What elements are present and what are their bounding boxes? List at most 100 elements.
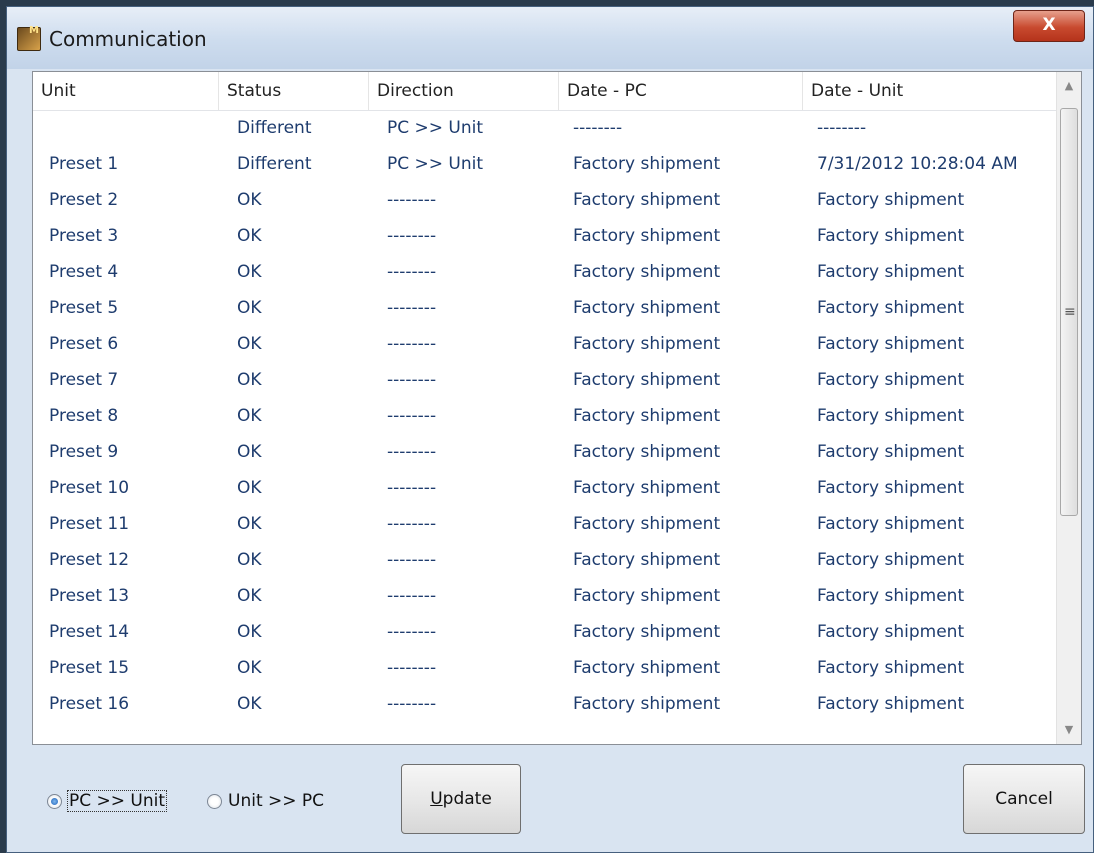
table-row[interactable]: Preset 14 OK -------- Factory shipment Facto… — [33, 614, 1057, 650]
cell-status: OK — [237, 622, 262, 642]
cell-status: OK — [237, 478, 262, 498]
radio-label-unit-to-pc[interactable]: Unit >> PC — [228, 791, 324, 811]
cancel-button[interactable]: Cancel — [963, 764, 1085, 834]
cell-date-unit: Factory shipment — [817, 190, 965, 210]
cell-date-unit: Factory shipment — [817, 370, 965, 390]
cell-unit: Preset 5 — [49, 298, 119, 318]
close-button[interactable]: X — [1013, 10, 1085, 42]
scroll-down-arrow-icon[interactable]: ▼ — [1057, 716, 1081, 744]
column-header-status[interactable]: Status — [219, 72, 369, 110]
table-row[interactable]: Preset 1 Different PC >> Unit Factory shipm… — [33, 146, 1057, 182]
cell-direction: PC >> Unit — [387, 118, 484, 138]
cell-direction: -------- — [387, 406, 437, 426]
cell-date-unit: Factory shipment — [817, 478, 965, 498]
cell-date-unit: Factory shipment — [817, 226, 965, 246]
cell-date-pc: Factory shipment — [573, 478, 721, 498]
cell-date-pc: Factory shipment — [573, 262, 721, 282]
cell-date-unit: Factory shipment — [817, 622, 965, 642]
cell-direction: -------- — [387, 622, 437, 642]
table-row[interactable]: Preset 11 OK -------- Factory shipment Facto… — [33, 506, 1057, 542]
cell-status: Different — [237, 154, 312, 174]
cell-direction: -------- — [387, 442, 437, 462]
table-row[interactable]: Preset 6 OK -------- Factory shipment Factor… — [33, 326, 1057, 362]
scroll-thumb[interactable]: ≡ — [1060, 108, 1078, 516]
communication-list[interactable]: Unit Status Direction Date - PC Date - U… — [32, 71, 1082, 745]
cell-status: OK — [237, 550, 262, 570]
cell-date-pc: Factory shipment — [573, 694, 721, 714]
cell-direction: -------- — [387, 298, 437, 318]
list-header: Unit Status Direction Date - PC Date - U… — [33, 72, 1057, 111]
cell-unit: Preset 10 — [49, 478, 130, 498]
vertical-scrollbar[interactable]: ▲ ≡ ▼ — [1056, 72, 1081, 744]
table-row[interactable]: Preset 7 OK -------- Factory shipment Factor… — [33, 362, 1057, 398]
cell-status: OK — [237, 406, 262, 426]
table-row[interactable]: Different PC >> Unit -------- -------- — [33, 110, 1057, 146]
update-button[interactable]: Update — [401, 764, 521, 834]
table-row[interactable]: Preset 13 OK -------- Factory shipment Facto… — [33, 578, 1057, 614]
cell-status: OK — [237, 586, 262, 606]
cell-unit: Preset 11 — [49, 514, 130, 534]
cell-status: OK — [237, 190, 262, 210]
cell-status: OK — [237, 658, 262, 678]
scroll-grip-icon: ≡ — [1064, 304, 1076, 320]
cell-direction: -------- — [387, 226, 437, 246]
table-row[interactable]: Preset 4 OK -------- Factory shipment Factor… — [33, 254, 1057, 290]
table-row[interactable]: Preset 9 OK -------- Factory shipment Factor… — [33, 434, 1057, 470]
radio-button-icon[interactable] — [47, 793, 62, 809]
cell-unit: Preset 16 — [49, 694, 130, 714]
cell-date-pc: Factory shipment — [573, 190, 721, 210]
cell-status: Different — [237, 118, 312, 138]
cell-status: OK — [237, 442, 262, 462]
cell-direction: -------- — [387, 550, 437, 570]
update-button-label: Update — [430, 789, 492, 809]
table-row[interactable]: Preset 16 OK -------- Factory shipment Facto… — [33, 686, 1057, 722]
cell-unit: Preset 1 — [49, 154, 119, 174]
cell-date-pc: Factory shipment — [573, 514, 721, 534]
radio-unit-to-pc[interactable]: Unit >> PC — [207, 789, 324, 813]
cell-date-pc: Factory shipment — [573, 298, 721, 318]
cell-unit: Preset 9 — [49, 442, 119, 462]
cell-date-pc: -------- — [573, 118, 623, 138]
column-header-unit[interactable]: Unit — [33, 72, 219, 110]
cell-date-pc: Factory shipment — [573, 622, 721, 642]
cell-date-unit: 7/31/2012 10:28:04 AM — [817, 154, 1018, 174]
table-row[interactable]: Preset 8 OK -------- Factory shipment Factor… — [33, 398, 1057, 434]
cell-date-pc: Factory shipment — [573, 406, 721, 426]
cell-date-unit: -------- — [817, 118, 867, 138]
cell-status: OK — [237, 334, 262, 354]
cell-date-unit: Factory shipment — [817, 694, 965, 714]
cell-status: OK — [237, 298, 262, 318]
table-row[interactable]: Preset 5 OK -------- Factory shipment Factor… — [33, 290, 1057, 326]
radio-label-pc-to-unit[interactable]: PC >> Unit — [66, 790, 168, 812]
cell-unit: Preset 6 — [49, 334, 119, 354]
cell-direction: -------- — [387, 370, 437, 390]
column-header-direction[interactable]: Direction — [369, 72, 559, 110]
table-row[interactable]: Preset 10 OK -------- Factory shipment Facto… — [33, 470, 1057, 506]
cell-direction: -------- — [387, 262, 437, 282]
cell-unit: Preset 3 — [49, 226, 119, 246]
cell-date-unit: Factory shipment — [817, 406, 965, 426]
column-header-date-unit[interactable]: Date - Unit — [803, 72, 1057, 110]
table-row[interactable]: Preset 2 OK -------- Factory shipment Factor… — [33, 182, 1057, 218]
cell-direction: -------- — [387, 658, 437, 678]
title-bar: Communication X — [7, 7, 1093, 69]
cell-direction: -------- — [387, 586, 437, 606]
cell-unit: Preset 2 — [49, 190, 119, 210]
cell-date-unit: Factory shipment — [817, 550, 965, 570]
column-header-date-pc[interactable]: Date - PC — [559, 72, 803, 110]
cell-date-pc: Factory shipment — [573, 586, 721, 606]
table-row[interactable]: Preset 12 OK -------- Factory shipment Facto… — [33, 542, 1057, 578]
cell-direction: -------- — [387, 334, 437, 354]
table-row[interactable]: Preset 15 OK -------- Factory shipment Facto… — [33, 650, 1057, 686]
cell-date-pc: Factory shipment — [573, 154, 721, 174]
radio-pc-to-unit[interactable]: PC >> Unit — [47, 789, 168, 813]
cell-date-pc: Factory shipment — [573, 658, 721, 678]
table-row[interactable]: Preset 3 OK -------- Factory shipment Factor… — [33, 218, 1057, 254]
cell-direction: PC >> Unit — [387, 154, 484, 174]
cell-direction: -------- — [387, 190, 437, 210]
scroll-up-arrow-icon[interactable]: ▲ — [1057, 72, 1081, 100]
radio-button-icon[interactable] — [207, 793, 222, 809]
cell-status: OK — [237, 514, 262, 534]
cell-date-unit: Factory shipment — [817, 334, 965, 354]
cell-direction: -------- — [387, 478, 437, 498]
